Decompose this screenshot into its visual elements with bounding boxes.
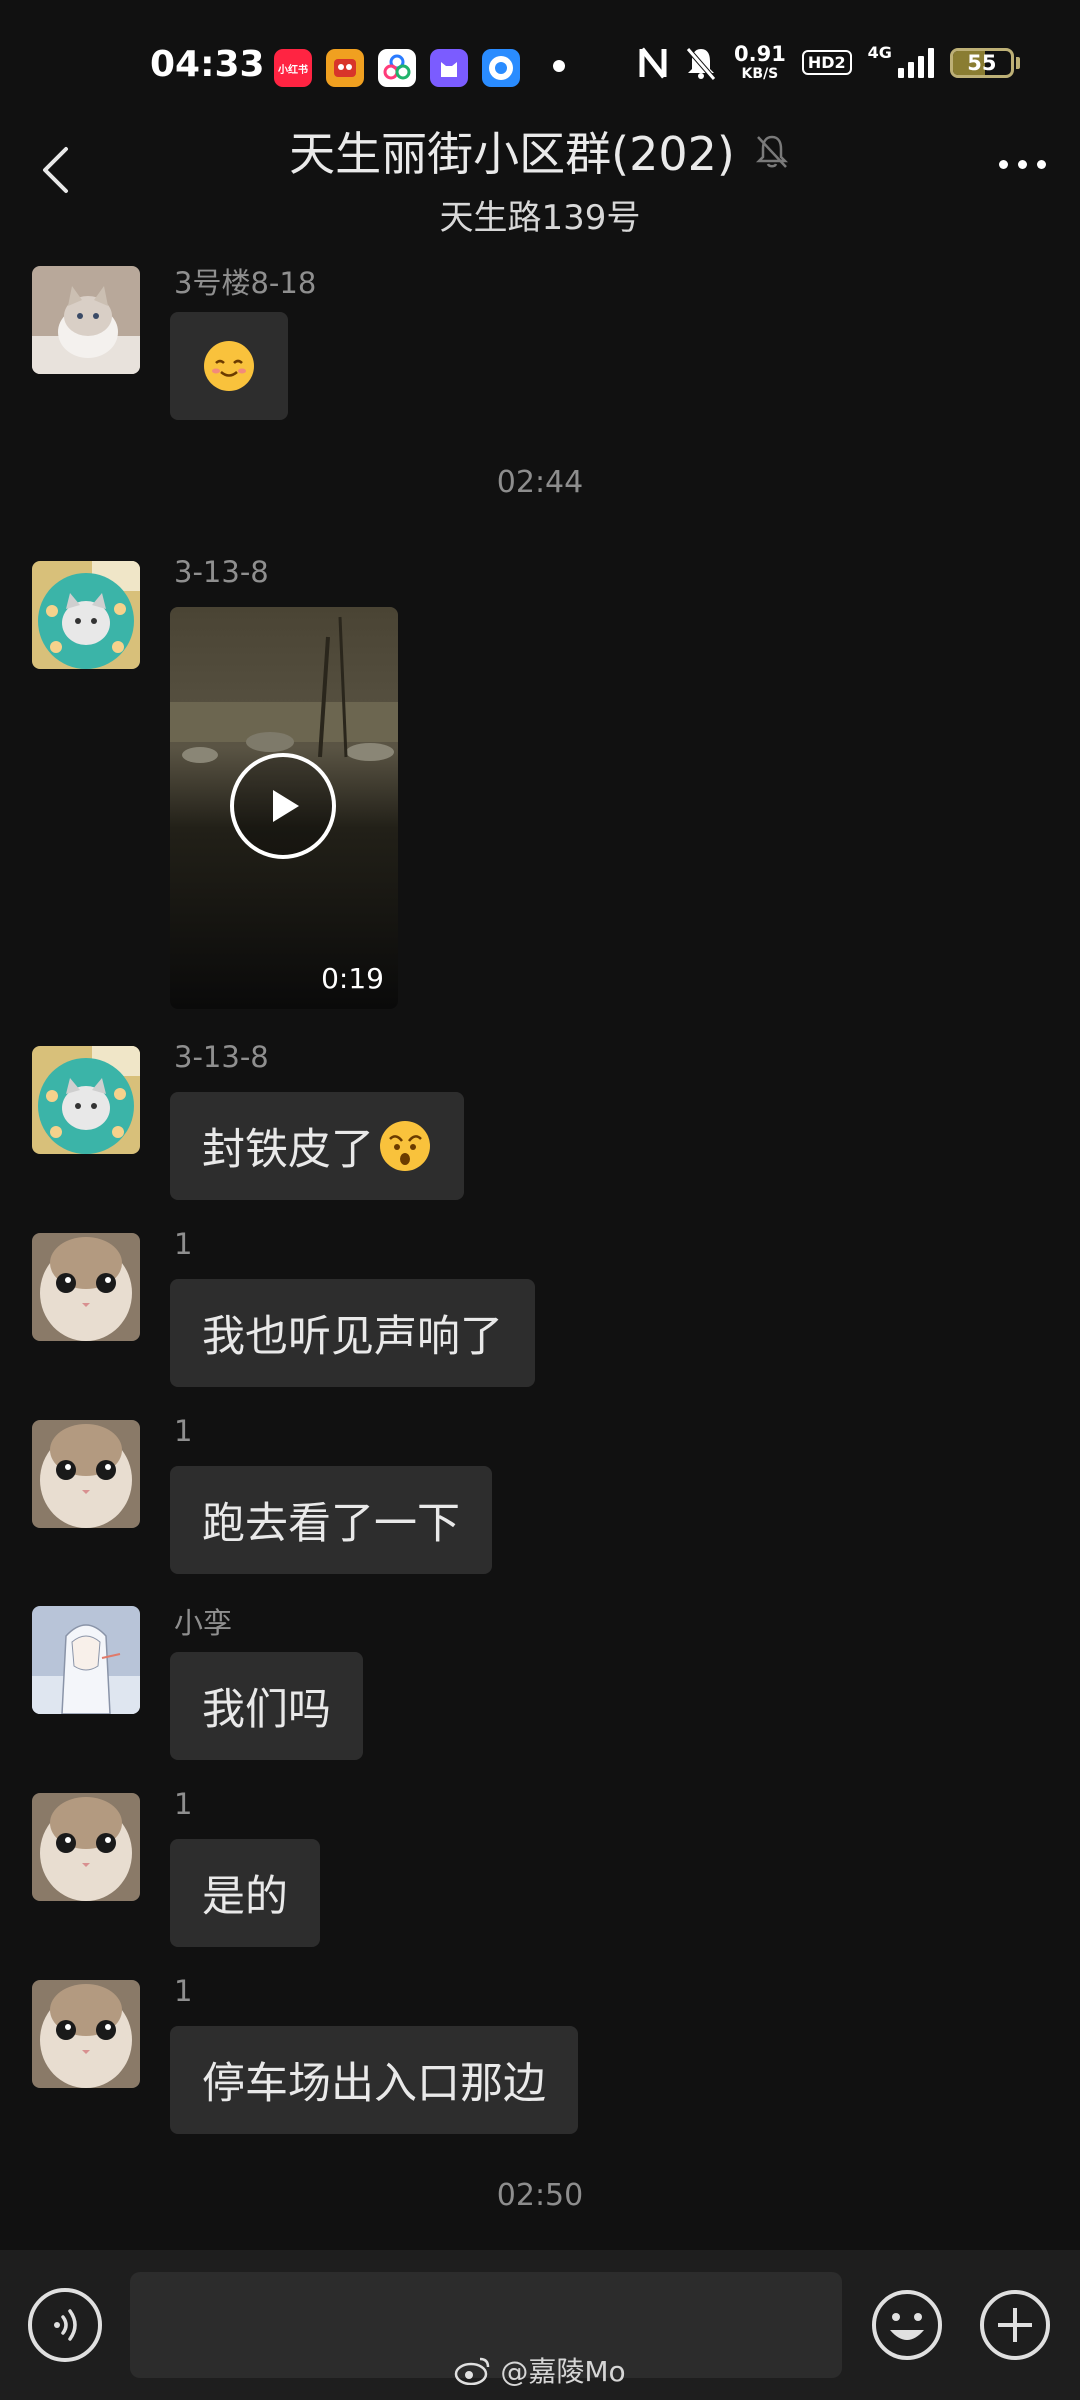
game-app-icon bbox=[326, 49, 364, 87]
avatar[interactable] bbox=[32, 1420, 140, 1528]
message-item: 1 是的 bbox=[32, 1787, 1032, 1957]
message-list[interactable]: 3号楼8-18 02:44 3-13-8 0:19 3-13-8 封铁皮了 1 … bbox=[0, 250, 1080, 2250]
play-icon bbox=[273, 790, 299, 822]
sender-name: 1 bbox=[174, 1974, 193, 2008]
ring-app-icon bbox=[482, 49, 520, 87]
watermark: @嘉陵Mo bbox=[0, 2350, 1080, 2390]
avatar[interactable] bbox=[32, 266, 140, 374]
message-bubble[interactable] bbox=[170, 312, 288, 420]
more-notifications-dot bbox=[553, 60, 565, 72]
message-text: 封铁皮了 bbox=[202, 1125, 374, 1175]
avatar[interactable] bbox=[32, 1793, 140, 1901]
video-duration: 0:19 bbox=[321, 962, 384, 995]
watermark-text: @嘉陵Mo bbox=[500, 2355, 626, 2388]
chat-subtitle: 天生路139号 bbox=[439, 198, 641, 238]
sender-name: 小孪 bbox=[174, 1606, 233, 1640]
notification-app-icons: 小红书 bbox=[274, 49, 520, 87]
cat-app-icon bbox=[430, 49, 468, 87]
message-bubble[interactable]: 我也听见声响了 bbox=[170, 1279, 535, 1387]
chat-title: 天生丽街小区群(202) bbox=[289, 127, 735, 181]
cluster-app-icon bbox=[378, 49, 416, 87]
weibo-logo-icon bbox=[455, 2357, 490, 2385]
message-text: 是的 bbox=[202, 1872, 288, 1922]
time-separator: 02:44 bbox=[496, 465, 584, 500]
network-speed: 0.91 KB/S bbox=[734, 42, 786, 82]
chat-header: 天生丽街小区群(202) 天生路139号 bbox=[0, 110, 1080, 238]
battery-icon: 55 bbox=[949, 47, 1020, 78]
input-bar: @嘉陵Mo bbox=[0, 2250, 1080, 2400]
system-icons: 0.91 KB/S HD2 4G 55 bbox=[638, 42, 1020, 82]
network-type: 4G bbox=[867, 43, 892, 62]
smiling-emoji-icon bbox=[204, 341, 254, 391]
battery-level: 55 bbox=[967, 50, 997, 75]
message-item: 1 跑去看了一下 bbox=[32, 1414, 1032, 1584]
mute-bell-icon bbox=[686, 46, 716, 81]
sender-name: 1 bbox=[174, 1414, 193, 1448]
message-item: 1 我也听见声响了 bbox=[32, 1227, 1032, 1397]
avatar[interactable] bbox=[32, 1606, 140, 1714]
sender-name: 1 bbox=[174, 1787, 193, 1821]
message-item: 3号楼8-18 bbox=[32, 260, 1032, 430]
sender-name: 3-13-8 bbox=[174, 555, 269, 589]
nfc-icon bbox=[639, 46, 667, 79]
avatar[interactable] bbox=[32, 561, 140, 669]
hd-voice-badge: HD2 bbox=[801, 50, 852, 75]
message-text: 跑去看了一下 bbox=[202, 1499, 460, 1549]
signal-strength-icon bbox=[897, 47, 934, 78]
video-message[interactable]: 0:19 bbox=[170, 607, 398, 1009]
play-button[interactable] bbox=[230, 753, 336, 859]
avatar[interactable] bbox=[32, 1046, 140, 1154]
dizzy-face-emoji-icon bbox=[380, 1121, 430, 1171]
message-item: 3-13-8 0:19 bbox=[32, 555, 1032, 1015]
sender-name: 3-13-8 bbox=[174, 1040, 269, 1074]
message-text: 我也听见声响了 bbox=[202, 1312, 503, 1362]
status-time: 04:33 bbox=[150, 44, 265, 85]
message-item: 小孪 我们吗 bbox=[32, 1600, 1032, 1770]
sender-name: 1 bbox=[174, 1227, 193, 1261]
xiaohongshu-icon: 小红书 bbox=[274, 49, 312, 87]
time-separator: 02:50 bbox=[496, 2178, 584, 2213]
message-item: 1 停车场出入口那边 bbox=[32, 1974, 1032, 2144]
more-options-button[interactable] bbox=[999, 160, 1046, 169]
message-text: 我们吗 bbox=[202, 1685, 331, 1735]
message-bubble[interactable]: 我们吗 bbox=[170, 1652, 363, 1760]
message-bubble[interactable]: 封铁皮了 bbox=[170, 1092, 464, 1200]
muted-bell-icon bbox=[755, 135, 788, 168]
avatar[interactable] bbox=[32, 1233, 140, 1341]
voice-icon bbox=[54, 2309, 77, 2341]
message-item: 3-13-8 封铁皮了 bbox=[32, 1040, 1032, 1210]
message-text: 停车场出入口那边 bbox=[202, 2059, 546, 2109]
avatar[interactable] bbox=[32, 1980, 140, 2088]
message-bubble[interactable]: 跑去看了一下 bbox=[170, 1466, 492, 1574]
message-bubble[interactable]: 停车场出入口那边 bbox=[170, 2026, 578, 2134]
message-bubble[interactable]: 是的 bbox=[170, 1839, 320, 1947]
sender-name: 3号楼8-18 bbox=[174, 266, 317, 300]
